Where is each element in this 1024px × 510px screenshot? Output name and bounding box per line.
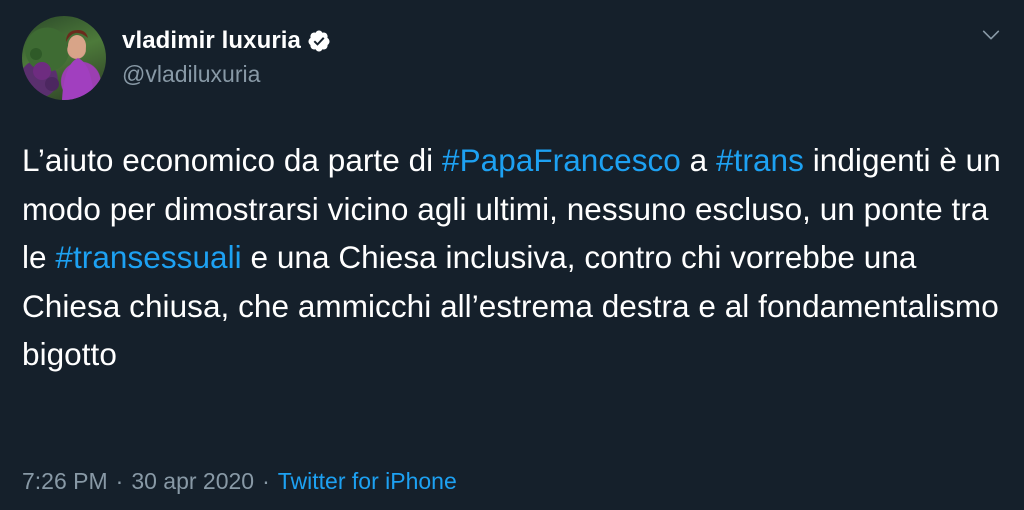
hashtag-link[interactable]: #PapaFrancesco — [442, 142, 681, 178]
tweet-text-segment: a — [680, 142, 717, 178]
display-name[interactable]: vladimir luxuria — [122, 27, 301, 55]
tweet-meta: 7:26 PM · 30 apr 2020 · Twitter for iPho… — [22, 468, 457, 495]
tweet-text-segment: L’aiuto economico da parte di — [22, 142, 443, 178]
avatar-image — [30, 30, 94, 100]
meta-separator: · — [115, 468, 124, 494]
chevron-down-icon[interactable] — [980, 24, 1002, 46]
verified-badge-icon — [307, 29, 331, 53]
user-handle[interactable]: @vladiluxuria — [122, 61, 260, 88]
tweet-date[interactable]: 30 apr 2020 — [131, 468, 254, 495]
meta-separator: · — [262, 468, 270, 494]
author-name-row[interactable]: vladimir luxuria — [122, 27, 331, 55]
avatar[interactable] — [22, 16, 106, 100]
tweet-time[interactable]: 7:26 PM — [22, 468, 108, 495]
tweet-source-link[interactable]: Twitter for iPhone — [278, 468, 457, 495]
hashtag-link[interactable]: #transessuali — [55, 239, 241, 275]
tweet-card: vladimir luxuria @vladiluxuria L’aiuto e… — [0, 0, 1024, 510]
hashtag-link[interactable]: #trans — [716, 142, 804, 178]
tweet-text: L’aiuto economico da parte di #PapaFranc… — [22, 136, 1002, 379]
